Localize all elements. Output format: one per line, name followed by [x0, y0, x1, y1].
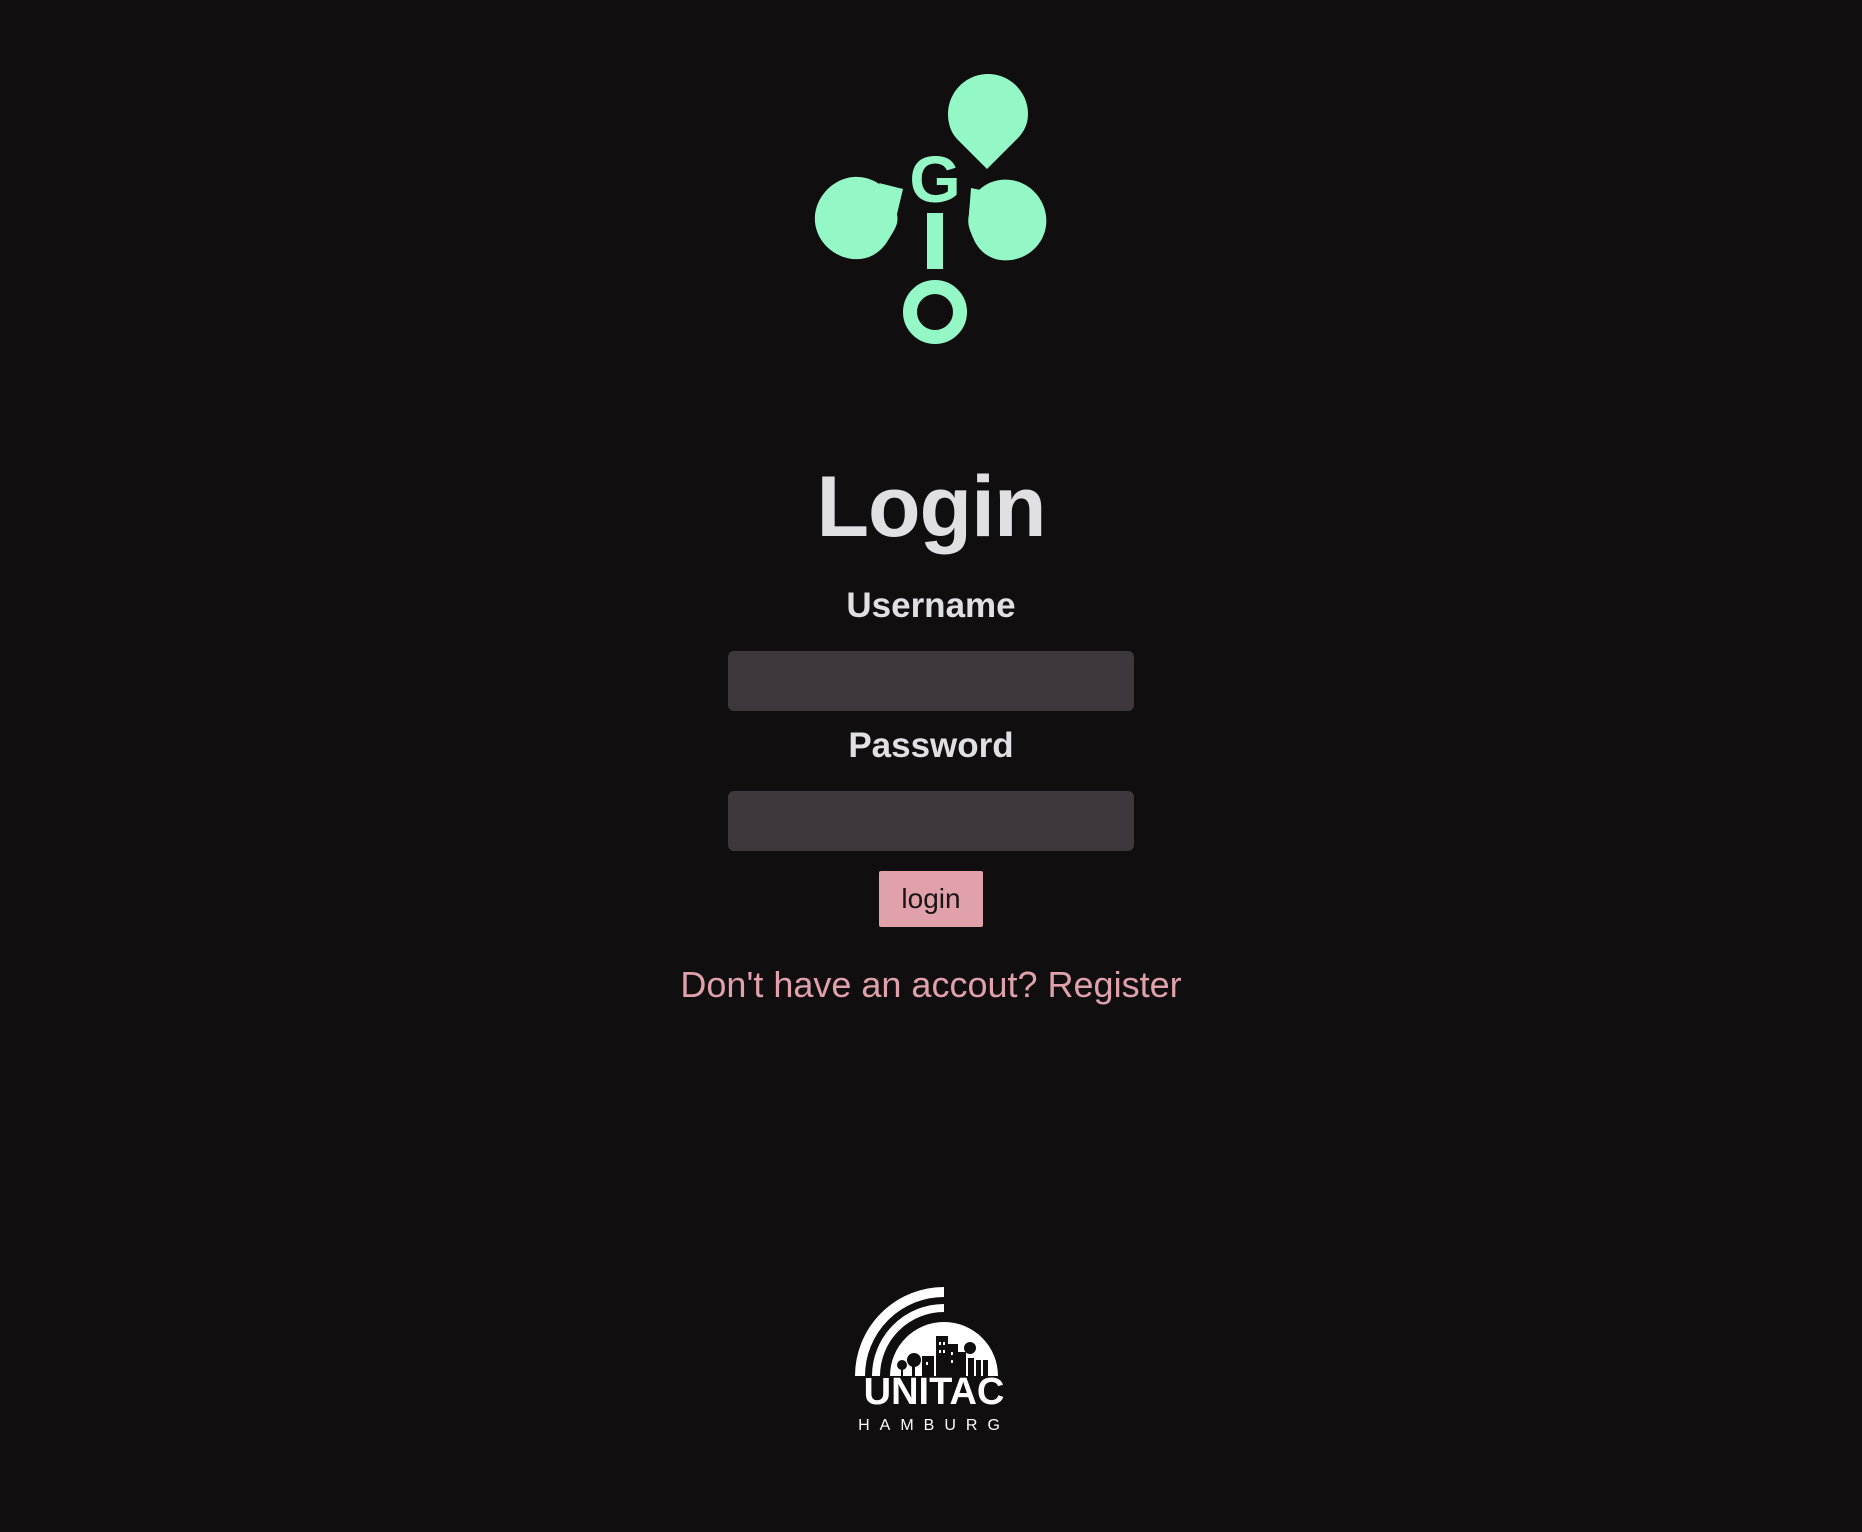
password-input[interactable] — [728, 791, 1134, 851]
password-label: Password — [848, 726, 1014, 765]
gio-letters: G — [903, 142, 967, 344]
logo-letter-o — [903, 280, 967, 344]
unitac-logo: UNITAC HAMBURG — [852, 1270, 1016, 1436]
partner-city: HAMBURG — [858, 1417, 1010, 1434]
unitac-hamburg-logo-icon: UNITAC HAMBURG — [855, 1287, 1010, 1434]
logo-letter-g: G — [909, 142, 960, 216]
left-droplet — [814, 176, 903, 260]
login-button[interactable]: login — [879, 871, 983, 927]
right-droplet — [968, 179, 1047, 261]
gio-logo: G — [803, 74, 1063, 354]
page-title: Login — [816, 459, 1046, 555]
gio-logo-icon: G — [814, 74, 1047, 344]
login-form: Login Username Password login Don't have… — [0, 455, 1862, 1007]
username-label: Username — [846, 586, 1016, 625]
logo-letter-i — [927, 213, 943, 269]
partner-name: UNITAC — [864, 1371, 1005, 1413]
register-link[interactable]: Don't have an accout? Register — [680, 963, 1181, 1007]
username-input[interactable] — [728, 651, 1134, 711]
